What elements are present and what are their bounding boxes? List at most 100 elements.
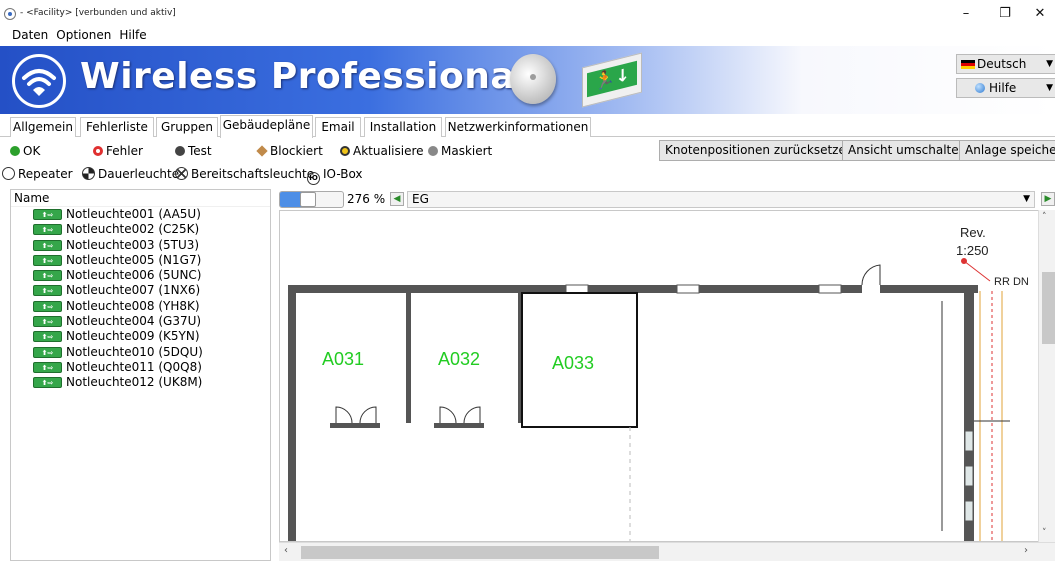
window-mark (964, 430, 974, 452)
vertical-scroll-thumb[interactable] (1042, 272, 1055, 344)
tree-item[interactable]: ⬆⇨ Notleuchte011 (Q0Q8) (11, 360, 270, 375)
emergency-light-icon: ⬆⇨ (33, 270, 62, 282)
tree-item-label: Notleuchte006 (5UNC) (66, 268, 202, 283)
tree-item[interactable]: ⬆⇨ Notleuchte001 (AA5U) (11, 207, 270, 222)
tree-item-label: Notleuchte012 (UK8M) (66, 375, 203, 390)
window-mark (964, 465, 974, 487)
tree-item[interactable]: ⬆⇨ Notleuchte009 (K5YN) (11, 329, 270, 344)
tree-item[interactable]: ⬆⇨ Notleuchte010 (5DQU) (11, 345, 270, 360)
tree-item[interactable]: ⬆⇨ Notleuchte007 (1NX6) (11, 283, 270, 298)
legend-dauerleuchte: Dauerleuchte (82, 165, 179, 183)
tree-item[interactable]: ⬆⇨ Notleuchte012 (UK8M) (11, 375, 270, 390)
status-legend: OK Fehler Test Blockiert Aktualisiere Ma… (0, 140, 1055, 162)
floor-select[interactable]: EG ▼ (407, 191, 1035, 208)
tree-item-label: Notleuchte003 (5TU3) (66, 237, 200, 252)
tree-item[interactable]: ⬆⇨ Notleuchte008 (YH8K) (11, 299, 270, 314)
tab-netzwerkinformationen[interactable]: Netzwerkinformationen (445, 117, 591, 137)
tree-item-label: Notleuchte008 (YH8K) (66, 298, 200, 313)
tab-gebaeudeplaene[interactable]: Gebäudepläne (220, 115, 313, 138)
legend-maskiert: Maskiert (428, 144, 492, 158)
rr-label: RR DN (994, 276, 1029, 288)
scroll-left-icon[interactable]: ‹ (284, 545, 288, 556)
horizontal-scroll-thumb[interactable] (301, 546, 659, 559)
menu-optionen[interactable]: Optionen (52, 26, 115, 44)
emergency-light-icon: ⬆⇨ (33, 346, 62, 358)
zoom-slider-handle[interactable] (300, 192, 316, 207)
wall-stub (434, 423, 484, 428)
tree-item-label: Notleuchte009 (K5YN) (66, 329, 200, 344)
reset-positions-button[interactable]: Knotenpositionen zurücksetzen (659, 140, 860, 161)
emergency-light-icon: ⬆⇨ (33, 239, 62, 251)
emergency-light-icon: ⬆⇨ (33, 224, 62, 236)
tree-item[interactable]: ⬆⇨ Notleuchte005 (N1G7) (11, 253, 270, 268)
toggle-view-button[interactable]: Ansicht umschalten (842, 140, 973, 161)
tree-item[interactable]: ⬆⇨ Notleuchte003 (5TU3) (11, 238, 270, 253)
tree-item-label: Notleuchte010 (5DQU) (66, 344, 203, 359)
tab-allgemein[interactable]: Allgemein (10, 117, 76, 137)
scroll-down-icon[interactable]: ˅ (1042, 528, 1047, 538)
error-status-icon (93, 146, 103, 156)
german-flag-icon (961, 60, 975, 69)
masked-status-icon (428, 146, 438, 156)
menu-bar: Daten Optionen Hilfe (0, 26, 1055, 44)
floor-plan-drawing: A031 A032 A033 Rev. 1:250 RR DN (288, 225, 1029, 541)
app-icon (4, 8, 16, 20)
floor-toolbar: 276 % ◀ EG ▼ ▶ (279, 189, 1055, 209)
window-mark (676, 284, 700, 294)
brand-banner: Wireless Professional 🏃↓ (0, 46, 1055, 114)
door-gap (862, 285, 880, 293)
maximize-button[interactable]: ❐ (990, 4, 1020, 24)
emergency-light-icon: ⬆⇨ (33, 377, 62, 389)
emergency-light-icon: ⬆⇨ (33, 254, 62, 266)
maintained-light-icon (82, 167, 95, 180)
previous-floor-button[interactable]: ◀ (390, 192, 404, 206)
device-tree-panel: Name ⬆⇨ Notleuchte001 (AA5U) ⬆⇨ Notleuchte0… (10, 189, 271, 561)
revision-label: Rev. (960, 225, 986, 240)
next-floor-button[interactable]: ▶ (1041, 192, 1055, 206)
emergency-light-icon: ⬆⇨ (33, 316, 62, 328)
tab-gruppen[interactable]: Gruppen (156, 117, 218, 137)
minimize-button[interactable]: – (951, 4, 981, 24)
standby-light-icon (175, 167, 188, 180)
device-type-legend: Repeater Dauerleuchte Bereitschaftsleuch… (0, 164, 1055, 185)
plan-horizontal-scrollbar[interactable]: ‹ › (279, 542, 1055, 561)
legend-fehler: Fehler (93, 144, 143, 158)
plan-vertical-scrollbar[interactable]: ˄ ˅ (1038, 210, 1055, 542)
save-button[interactable]: Anlage speichern (959, 140, 1055, 161)
menu-hilfe[interactable]: Hilfe (115, 26, 150, 44)
zoom-level: 276 % (347, 192, 386, 206)
tree-item[interactable]: ⬆⇨ Notleuchte006 (5UNC) (11, 268, 270, 283)
blocked-status-icon (256, 145, 268, 157)
globe-icon (975, 83, 985, 93)
emergency-light-icon: ⬆⇨ (33, 285, 62, 297)
chevron-down-icon: ▼ (1023, 194, 1030, 204)
refresh-icon (340, 146, 350, 156)
help-label: Hilfe (989, 81, 1017, 95)
gear-icon (175, 146, 185, 156)
scale-label: 1:250 (956, 243, 989, 258)
scroll-right-icon[interactable]: › (1024, 545, 1028, 556)
legend-iobox: IO IO-Box (307, 165, 363, 185)
repeater-icon (2, 167, 15, 180)
tab-fehlerliste[interactable]: Fehlerliste (80, 117, 154, 137)
window-mark (964, 500, 974, 522)
close-button[interactable]: ✕ (1025, 4, 1055, 24)
language-select[interactable]: Deutsch ▼ (956, 54, 1055, 74)
menu-daten[interactable]: Daten (0, 26, 52, 44)
zoom-slider[interactable] (279, 191, 344, 208)
legend-aktualisiere: Aktualisiere (340, 144, 424, 158)
tab-email[interactable]: Email (315, 117, 361, 137)
help-button[interactable]: Hilfe ▼ (956, 78, 1055, 98)
brand-title: Wireless Professional (80, 56, 529, 97)
marker-line (963, 260, 991, 282)
emergency-light-icon: ⬆⇨ (33, 300, 62, 312)
tree-item[interactable]: ⬆⇨ Notleuchte002 (C25K) (11, 222, 270, 237)
tab-installation[interactable]: Installation (364, 117, 442, 137)
tree-item-label: Notleuchte004 (G37U) (66, 314, 202, 329)
tree-item[interactable]: ⬆⇨ Notleuchte004 (G37U) (11, 314, 270, 329)
scroll-up-icon[interactable]: ˄ (1042, 212, 1047, 222)
ok-status-icon (10, 146, 20, 156)
room-a032-label: A032 (438, 349, 480, 369)
floor-plan-canvas[interactable]: A031 A032 A033 Rev. 1:250 RR DN (279, 210, 1044, 542)
io-box-icon: IO (307, 172, 320, 185)
